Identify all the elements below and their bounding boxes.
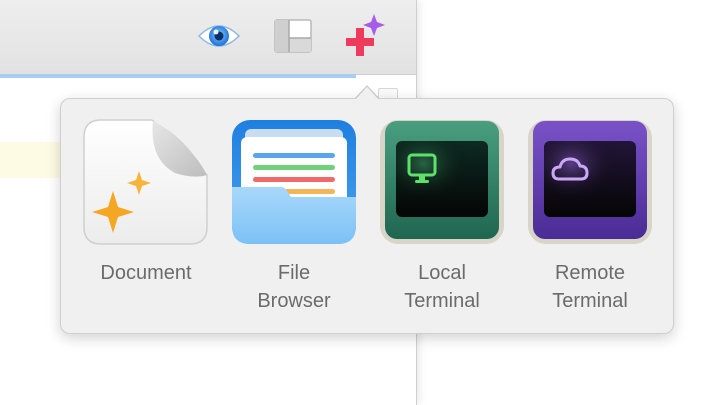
document-sparkle-icon (83, 119, 209, 245)
sparkle-plus-icon (340, 13, 386, 63)
preview-button[interactable] (197, 18, 241, 58)
folder-icon (231, 119, 357, 245)
remote-terminal-icon (527, 119, 653, 245)
popover-arrow-inner (355, 87, 379, 100)
new-item-button[interactable] (342, 13, 385, 58)
layout-icon (273, 18, 313, 59)
toolbar (0, 0, 416, 75)
popover-item-label: Document (100, 262, 192, 284)
popover-item-label: Local Terminal (404, 262, 480, 312)
eye-icon (197, 19, 241, 58)
popover-item-document[interactable]: Document (81, 119, 211, 319)
popover-item-label: File Browser (257, 262, 331, 312)
new-item-popover: Document File Browser Local Terminal Rem… (60, 98, 674, 334)
popover-item-file-browser[interactable]: File Browser (229, 119, 359, 319)
layout-button[interactable] (272, 18, 314, 58)
popover-item-label: Remote Terminal (552, 262, 628, 312)
popover-item-local-terminal[interactable]: Local Terminal (377, 119, 507, 319)
popover-item-remote-terminal[interactable]: Remote Terminal (525, 119, 655, 319)
local-terminal-icon (379, 119, 505, 245)
